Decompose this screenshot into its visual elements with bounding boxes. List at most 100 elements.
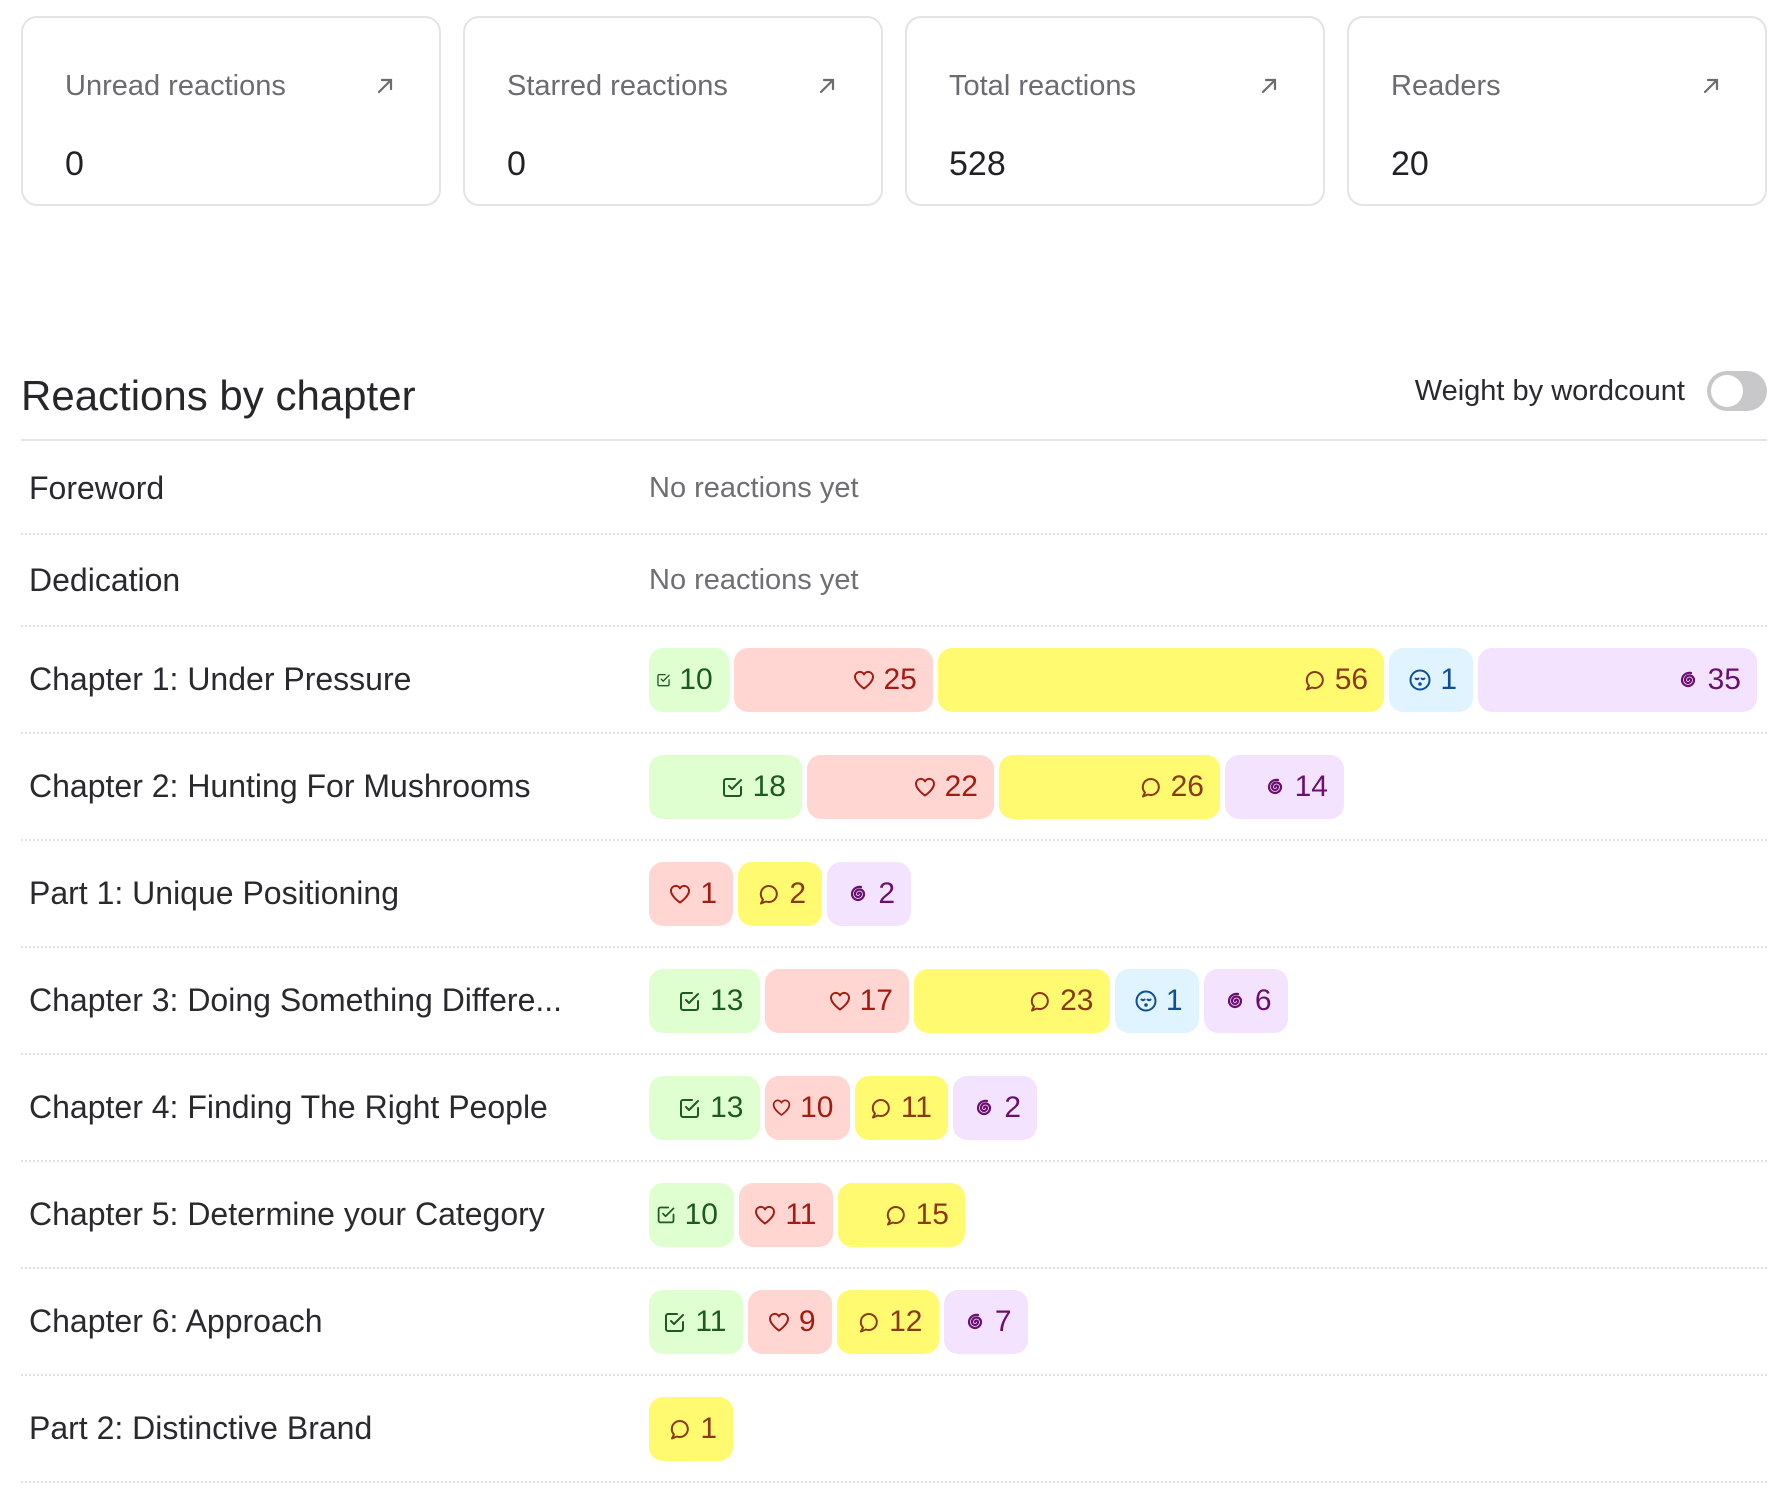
reaction-bar: 11 9 12 7: [649, 1289, 1028, 1354]
chapter-row[interactable]: Part 1: Unique Positioning 1 2 2: [21, 841, 1767, 948]
stat-value: 0: [65, 145, 84, 183]
reaction-pill-love[interactable]: 9: [747, 1289, 832, 1354]
reaction-count: 17: [859, 983, 893, 1017]
reaction-pill-love[interactable]: 10: [764, 1075, 850, 1140]
reaction-pill-love[interactable]: 11: [739, 1182, 833, 1247]
reaction-count: 1: [700, 876, 717, 910]
reaction-pill-agree[interactable]: 13: [649, 1075, 760, 1140]
reaction-count: 22: [944, 769, 978, 803]
speech-bubble-icon: [1028, 989, 1052, 1013]
reaction-pill-bored[interactable]: 1: [1389, 647, 1474, 712]
reaction-count: 6: [1254, 983, 1272, 1017]
stat-card-starred[interactable]: Starred reactions 0: [463, 16, 883, 206]
chapter-row[interactable]: Chapter 5: Determine your Category 10 11 15: [21, 1162, 1767, 1269]
chapter-title: Part 2: Distinctive Brand: [29, 1410, 373, 1446]
reaction-pill-agree[interactable]: 18: [649, 754, 802, 819]
heart-icon: [828, 989, 852, 1013]
reaction-pill-agree[interactable]: 10: [649, 1182, 734, 1247]
reaction-pill-agree[interactable]: 10: [649, 647, 729, 712]
reaction-count: 2: [878, 876, 895, 910]
no-reactions-text: No reactions yet: [649, 563, 859, 596]
reaction-count: 10: [679, 662, 713, 696]
stat-card-total[interactable]: Total reactions 528: [905, 16, 1325, 206]
reaction-pill-comment[interactable]: 23: [914, 968, 1110, 1033]
stat-label: Starred reactions: [507, 70, 728, 102]
reaction-pill-comment[interactable]: 12: [836, 1289, 939, 1354]
reaction-pill-love[interactable]: 22: [807, 754, 994, 819]
chapter-list: Foreword No reactions yet Dedication No rea…: [21, 443, 1767, 1483]
stat-card-readers[interactable]: Readers 20: [1347, 16, 1767, 206]
chapter-row[interactable]: Chapter 1: Under Pressure 10 25 56 1 35: [21, 627, 1767, 734]
chapter-title: Chapter 2: Hunting For Mushrooms: [29, 768, 531, 804]
reaction-count: 13: [710, 1090, 744, 1124]
reaction-pill-comment[interactable]: 15: [837, 1182, 965, 1247]
arrow-up-right-icon: [1699, 74, 1723, 98]
chapter-title: Chapter 4: Finding The Right People: [29, 1089, 548, 1125]
arrow-up-right-icon: [815, 74, 839, 98]
reaction-pill-comment[interactable]: 1: [649, 1396, 733, 1461]
reaction-pill-confused[interactable]: 7: [943, 1289, 1028, 1354]
arrow-up-right-icon: [373, 74, 397, 98]
reaction-pill-agree[interactable]: 11: [649, 1289, 743, 1354]
toggle-knob: [1711, 375, 1743, 407]
chapter-title: Chapter 1: Under Pressure: [29, 661, 412, 697]
reaction-pill-confused[interactable]: 2: [953, 1075, 1037, 1140]
stat-label: Unread reactions: [65, 70, 286, 102]
chapter-row[interactable]: Foreword No reactions yet: [21, 443, 1767, 535]
heart-icon: [668, 882, 692, 906]
speech-bubble-icon: [884, 1203, 908, 1227]
reaction-pill-confused[interactable]: 14: [1225, 754, 1344, 819]
chapter-row[interactable]: Chapter 4: Finding The Right People 13 10 1…: [21, 1055, 1767, 1162]
stat-card-unread[interactable]: Unread reactions 0: [21, 16, 441, 206]
reaction-pill-agree[interactable]: 13: [649, 968, 760, 1033]
reaction-pill-bored[interactable]: 1: [1114, 968, 1199, 1033]
reaction-pill-love[interactable]: 1: [649, 861, 733, 926]
section-title: Reactions by chapter: [21, 372, 416, 419]
chapter-title: Dedication: [29, 561, 181, 598]
checkbox-icon: [656, 1204, 677, 1225]
reaction-bar: 10 11 15: [649, 1182, 965, 1247]
chapter-row[interactable]: Chapter 6: Approach 11 9 12 7: [21, 1269, 1767, 1376]
reaction-pill-comment[interactable]: 11: [854, 1075, 948, 1140]
chapter-row[interactable]: Dedication No reactions yet: [21, 535, 1767, 627]
stat-value: 528: [949, 145, 1006, 183]
reaction-pill-comment[interactable]: 56: [937, 647, 1385, 712]
reaction-pill-confused[interactable]: 6: [1203, 968, 1288, 1033]
reaction-bar: 13 17 23 1 6: [649, 968, 1288, 1033]
heart-icon: [852, 668, 876, 692]
heart-icon: [771, 1097, 792, 1118]
reaction-bar: 1 2 2: [649, 861, 911, 926]
reaction-pill-confused[interactable]: 2: [827, 861, 911, 926]
chapter-title: Chapter 5: Determine your Category: [29, 1196, 545, 1232]
stat-label: Readers: [1391, 70, 1501, 102]
weight-by-wordcount-toggle[interactable]: [1707, 371, 1767, 411]
reaction-count: 1: [1165, 983, 1183, 1017]
reaction-count: 35: [1707, 662, 1741, 696]
reaction-count: 2: [789, 876, 806, 910]
reaction-count: 12: [889, 1304, 923, 1338]
no-reactions-text: No reactions yet: [649, 471, 859, 504]
chapter-row[interactable]: Chapter 2: Hunting For Mushrooms 18 22 26 14: [21, 734, 1767, 841]
heart-icon: [767, 1310, 791, 1334]
reaction-count: 9: [798, 1304, 816, 1338]
chapter-row[interactable]: Part 2: Distinctive Brand 1: [21, 1376, 1767, 1483]
section-header: Reactions by chapter Weight by wordcount: [21, 365, 1767, 441]
chapter-title: Chapter 6: Approach: [29, 1303, 323, 1339]
weight-toggle-group: Weight by wordcount: [1415, 371, 1767, 411]
checkbox-icon: [663, 1310, 687, 1334]
reaction-pill-confused[interactable]: 35: [1478, 647, 1757, 712]
reaction-count: 2: [1004, 1090, 1021, 1124]
reaction-count: 1: [1440, 662, 1458, 696]
reaction-pill-love[interactable]: 25: [733, 647, 933, 712]
reaction-pill-comment[interactable]: 26: [999, 754, 1220, 819]
heart-icon: [753, 1203, 777, 1227]
chapter-row[interactable]: Chapter 3: Doing Something Differe... 13 1…: [21, 948, 1767, 1055]
reaction-count: 26: [1170, 769, 1204, 803]
chapter-title: Part 1: Unique Positioning: [29, 875, 399, 911]
checkbox-icon: [678, 989, 702, 1013]
reaction-pill-love[interactable]: 17: [764, 968, 909, 1033]
speech-bubble-icon: [857, 1310, 881, 1334]
reaction-count: 18: [752, 769, 786, 803]
reaction-pill-comment[interactable]: 2: [738, 861, 822, 926]
reaction-count: 1: [700, 1411, 717, 1445]
